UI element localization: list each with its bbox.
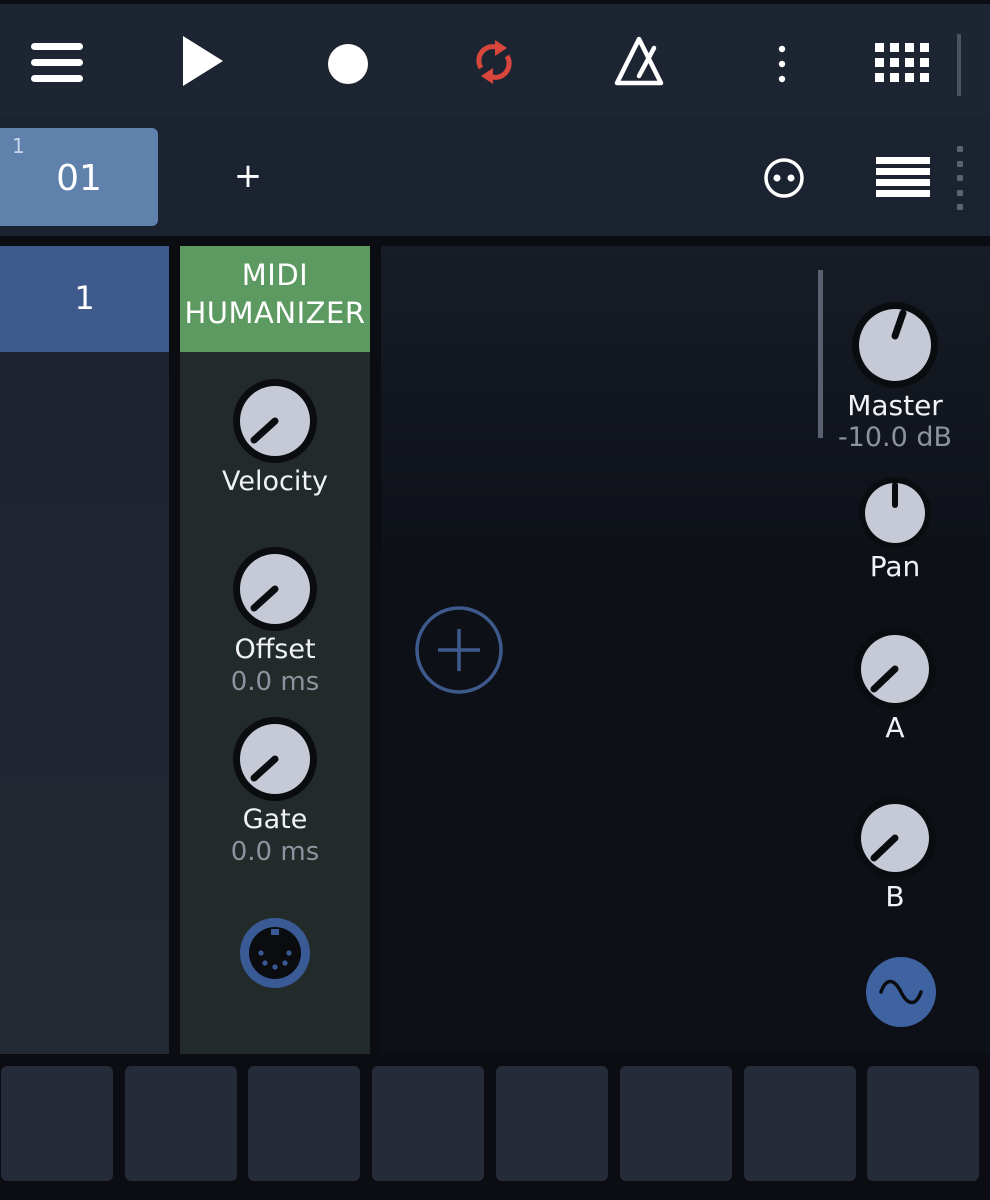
list-view-icon[interactable] bbox=[874, 156, 932, 198]
mixer-area: Master -10.0 dB Pan A B bbox=[381, 246, 990, 1054]
transport-toolbar bbox=[0, 0, 990, 118]
track-column: 1 bbox=[0, 246, 169, 1054]
pattern-tab-bar: 1 01 + bbox=[0, 118, 990, 236]
gate-value: 0.0 ms bbox=[230, 837, 320, 867]
section-divider bbox=[0, 236, 990, 246]
pan-label: Pan bbox=[869, 550, 921, 583]
send-b-label: B bbox=[885, 880, 905, 913]
plugin-title-line1: MIDI bbox=[241, 258, 309, 292]
master-value: -10.0 dB bbox=[837, 422, 953, 453]
pattern-index: 1 bbox=[12, 134, 25, 158]
gate-label: Gate bbox=[242, 804, 308, 835]
record-icon[interactable] bbox=[324, 40, 372, 88]
send-b-control: B bbox=[815, 795, 975, 913]
midi-port-icon[interactable] bbox=[240, 918, 310, 988]
toolbar-divider bbox=[957, 34, 961, 96]
pan-control: Pan bbox=[815, 475, 975, 583]
master-label: Master bbox=[847, 389, 943, 422]
offset-control: Offset 0.0 ms bbox=[180, 544, 370, 698]
send-a-knob[interactable] bbox=[852, 626, 938, 712]
sine-wave-icon bbox=[879, 979, 923, 1005]
pad-2[interactable] bbox=[125, 1066, 237, 1181]
plugin-strip-midi-humanizer: MIDI HUMANIZER Velocity Offset 0.0 ms Ga… bbox=[180, 246, 370, 1054]
send-a-label: A bbox=[885, 711, 905, 744]
gate-control: Gate 0.0 ms bbox=[180, 714, 370, 868]
hamburger-menu-icon[interactable] bbox=[28, 40, 86, 86]
lfo-button[interactable] bbox=[866, 957, 936, 1027]
add-circle-icon bbox=[415, 606, 503, 694]
velocity-knob[interactable] bbox=[230, 376, 320, 466]
pad-3[interactable] bbox=[248, 1066, 360, 1181]
pattern-name: 01 bbox=[56, 158, 102, 199]
pad-7[interactable] bbox=[744, 1066, 856, 1181]
plugin-title-line2: HUMANIZER bbox=[184, 296, 366, 330]
pad-grid-icon[interactable] bbox=[874, 40, 930, 86]
link-dots-icon[interactable] bbox=[762, 156, 806, 200]
offset-value: 0.0 ms bbox=[230, 667, 320, 697]
master-control: Master -10.0 dB bbox=[815, 300, 975, 454]
track-header[interactable]: 1 bbox=[0, 246, 169, 352]
pad-1[interactable] bbox=[1, 1066, 113, 1181]
add-plugin-button[interactable] bbox=[414, 605, 504, 695]
send-b-knob[interactable] bbox=[852, 795, 938, 881]
resize-handle[interactable] bbox=[957, 146, 967, 210]
velocity-label: Velocity bbox=[222, 466, 328, 497]
vertical-dots-icon[interactable] bbox=[770, 42, 794, 86]
plugin-title[interactable]: MIDI HUMANIZER bbox=[180, 246, 370, 352]
pad-8[interactable] bbox=[867, 1066, 979, 1181]
pan-knob[interactable] bbox=[857, 475, 933, 551]
send-a-control: A bbox=[815, 626, 975, 744]
master-knob[interactable] bbox=[850, 300, 940, 390]
add-pattern-button[interactable]: + bbox=[228, 156, 268, 196]
gate-knob[interactable] bbox=[230, 714, 320, 804]
pad-5[interactable] bbox=[496, 1066, 608, 1181]
play-icon[interactable] bbox=[178, 32, 228, 90]
offset-label: Offset bbox=[234, 634, 316, 665]
pad-4[interactable] bbox=[372, 1066, 484, 1181]
pad-row bbox=[0, 1054, 990, 1200]
velocity-control: Velocity bbox=[180, 376, 370, 498]
offset-knob[interactable] bbox=[230, 544, 320, 634]
loop-icon[interactable] bbox=[466, 36, 522, 88]
pad-6[interactable] bbox=[620, 1066, 732, 1181]
pattern-tab-01[interactable]: 1 01 bbox=[0, 128, 158, 226]
metronome-icon[interactable] bbox=[612, 34, 666, 88]
